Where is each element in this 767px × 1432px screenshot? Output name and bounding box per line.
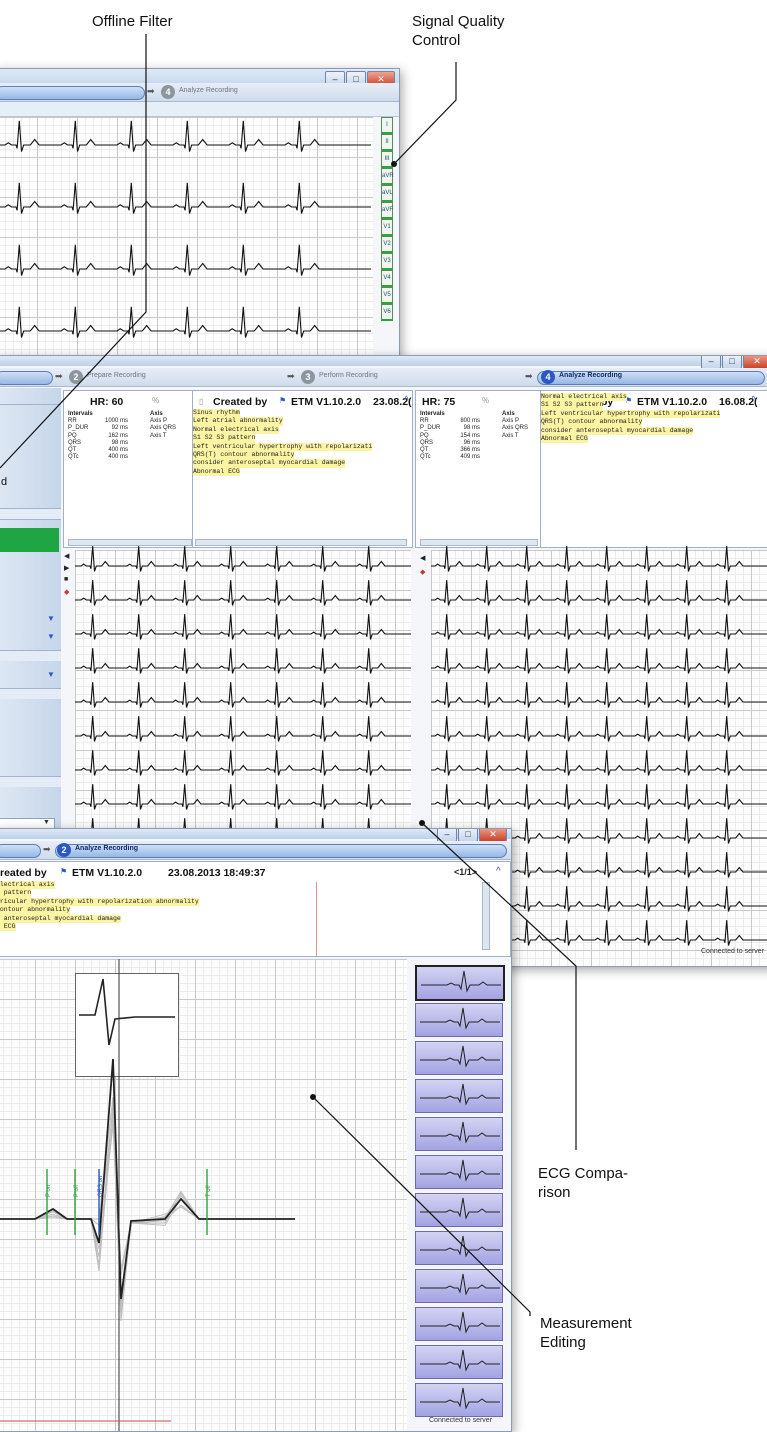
callout-text: Control <box>412 32 461 49</box>
callout-offline-filter: Offline Filter <box>92 12 173 31</box>
leader-dot-signal-quality <box>391 161 397 167</box>
callout-text: Offline Filter <box>92 13 173 30</box>
leader-signal-quality <box>393 62 457 165</box>
leader-dot-measurement-editing <box>310 1094 316 1100</box>
callout-ecg-comparison: ECG Compa- rison <box>538 1164 628 1202</box>
callout-text: rison <box>538 1184 571 1201</box>
callout-text: Measurement <box>540 1315 632 1332</box>
leader-ecg-comparison <box>421 822 577 1150</box>
callout-signal-quality: Signal Quality Control <box>412 12 505 50</box>
leader-dot-ecg-comparison <box>419 820 425 826</box>
leader-measurement-editing <box>312 1096 531 1316</box>
leader-offline-filter <box>0 34 147 469</box>
callout-measurement-editing: Measurement Editing <box>540 1314 632 1352</box>
callout-text: Editing <box>540 1334 586 1351</box>
callout-text: ECG Compa- <box>538 1165 629 1182</box>
callout-leader-lines <box>0 34 577 1316</box>
callout-text: Signal Quality <box>412 13 505 30</box>
